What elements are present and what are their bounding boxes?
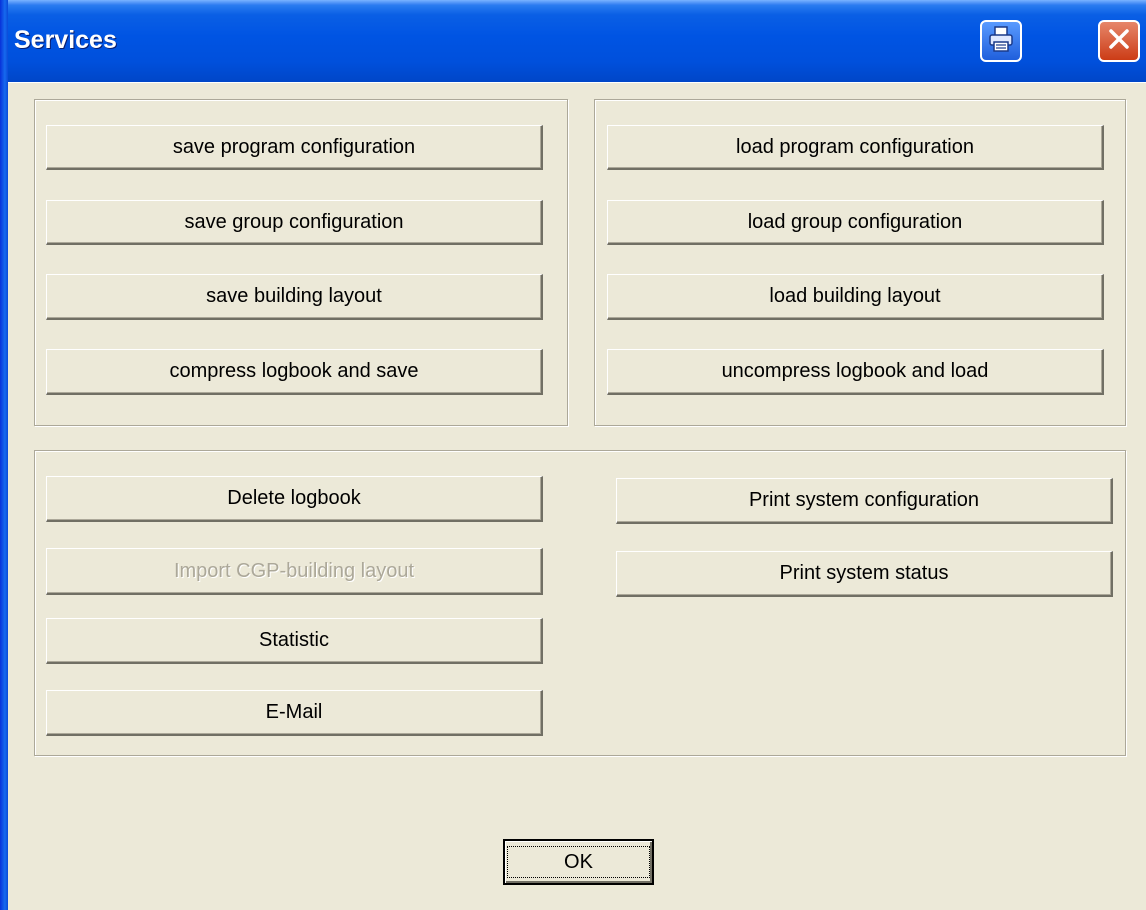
window-left-border [0, 0, 8, 910]
load-group-configuration-button[interactable]: load group configuration [607, 200, 1104, 245]
load-program-configuration-button[interactable]: load program configuration [607, 125, 1104, 170]
statistic-button[interactable]: Statistic [46, 618, 543, 664]
window-title: Services [14, 26, 117, 54]
printer-icon [986, 24, 1016, 59]
ok-button[interactable]: OK [503, 839, 654, 885]
close-button[interactable] [1098, 20, 1140, 62]
title-bar[interactable]: Services [0, 0, 1146, 82]
load-building-layout-button[interactable]: load building layout [607, 274, 1104, 320]
email-button[interactable]: E-Mail [46, 690, 543, 736]
save-building-layout-button[interactable]: save building layout [46, 274, 543, 320]
uncompress-logbook-and-load-button[interactable]: uncompress logbook and load [607, 349, 1104, 395]
services-dialog: Services save program configuration save… [0, 0, 1146, 910]
delete-logbook-button[interactable]: Delete logbook [46, 476, 543, 522]
save-group-configuration-button[interactable]: save group configuration [46, 200, 543, 245]
print-system-status-button[interactable]: Print system status [616, 551, 1113, 597]
import-cgp-building-layout-button: Import CGP-building layout [46, 548, 543, 595]
print-system-configuration-button[interactable]: Print system configuration [616, 478, 1113, 524]
title-bar-highlight [0, 0, 1146, 5]
client-area-edge [8, 82, 1146, 83]
close-icon [1106, 26, 1132, 57]
ok-button-label: OK [507, 846, 650, 878]
save-program-configuration-button[interactable]: save program configuration [46, 125, 543, 170]
compress-logbook-and-save-button[interactable]: compress logbook and save [46, 349, 543, 395]
print-button[interactable] [980, 20, 1022, 62]
